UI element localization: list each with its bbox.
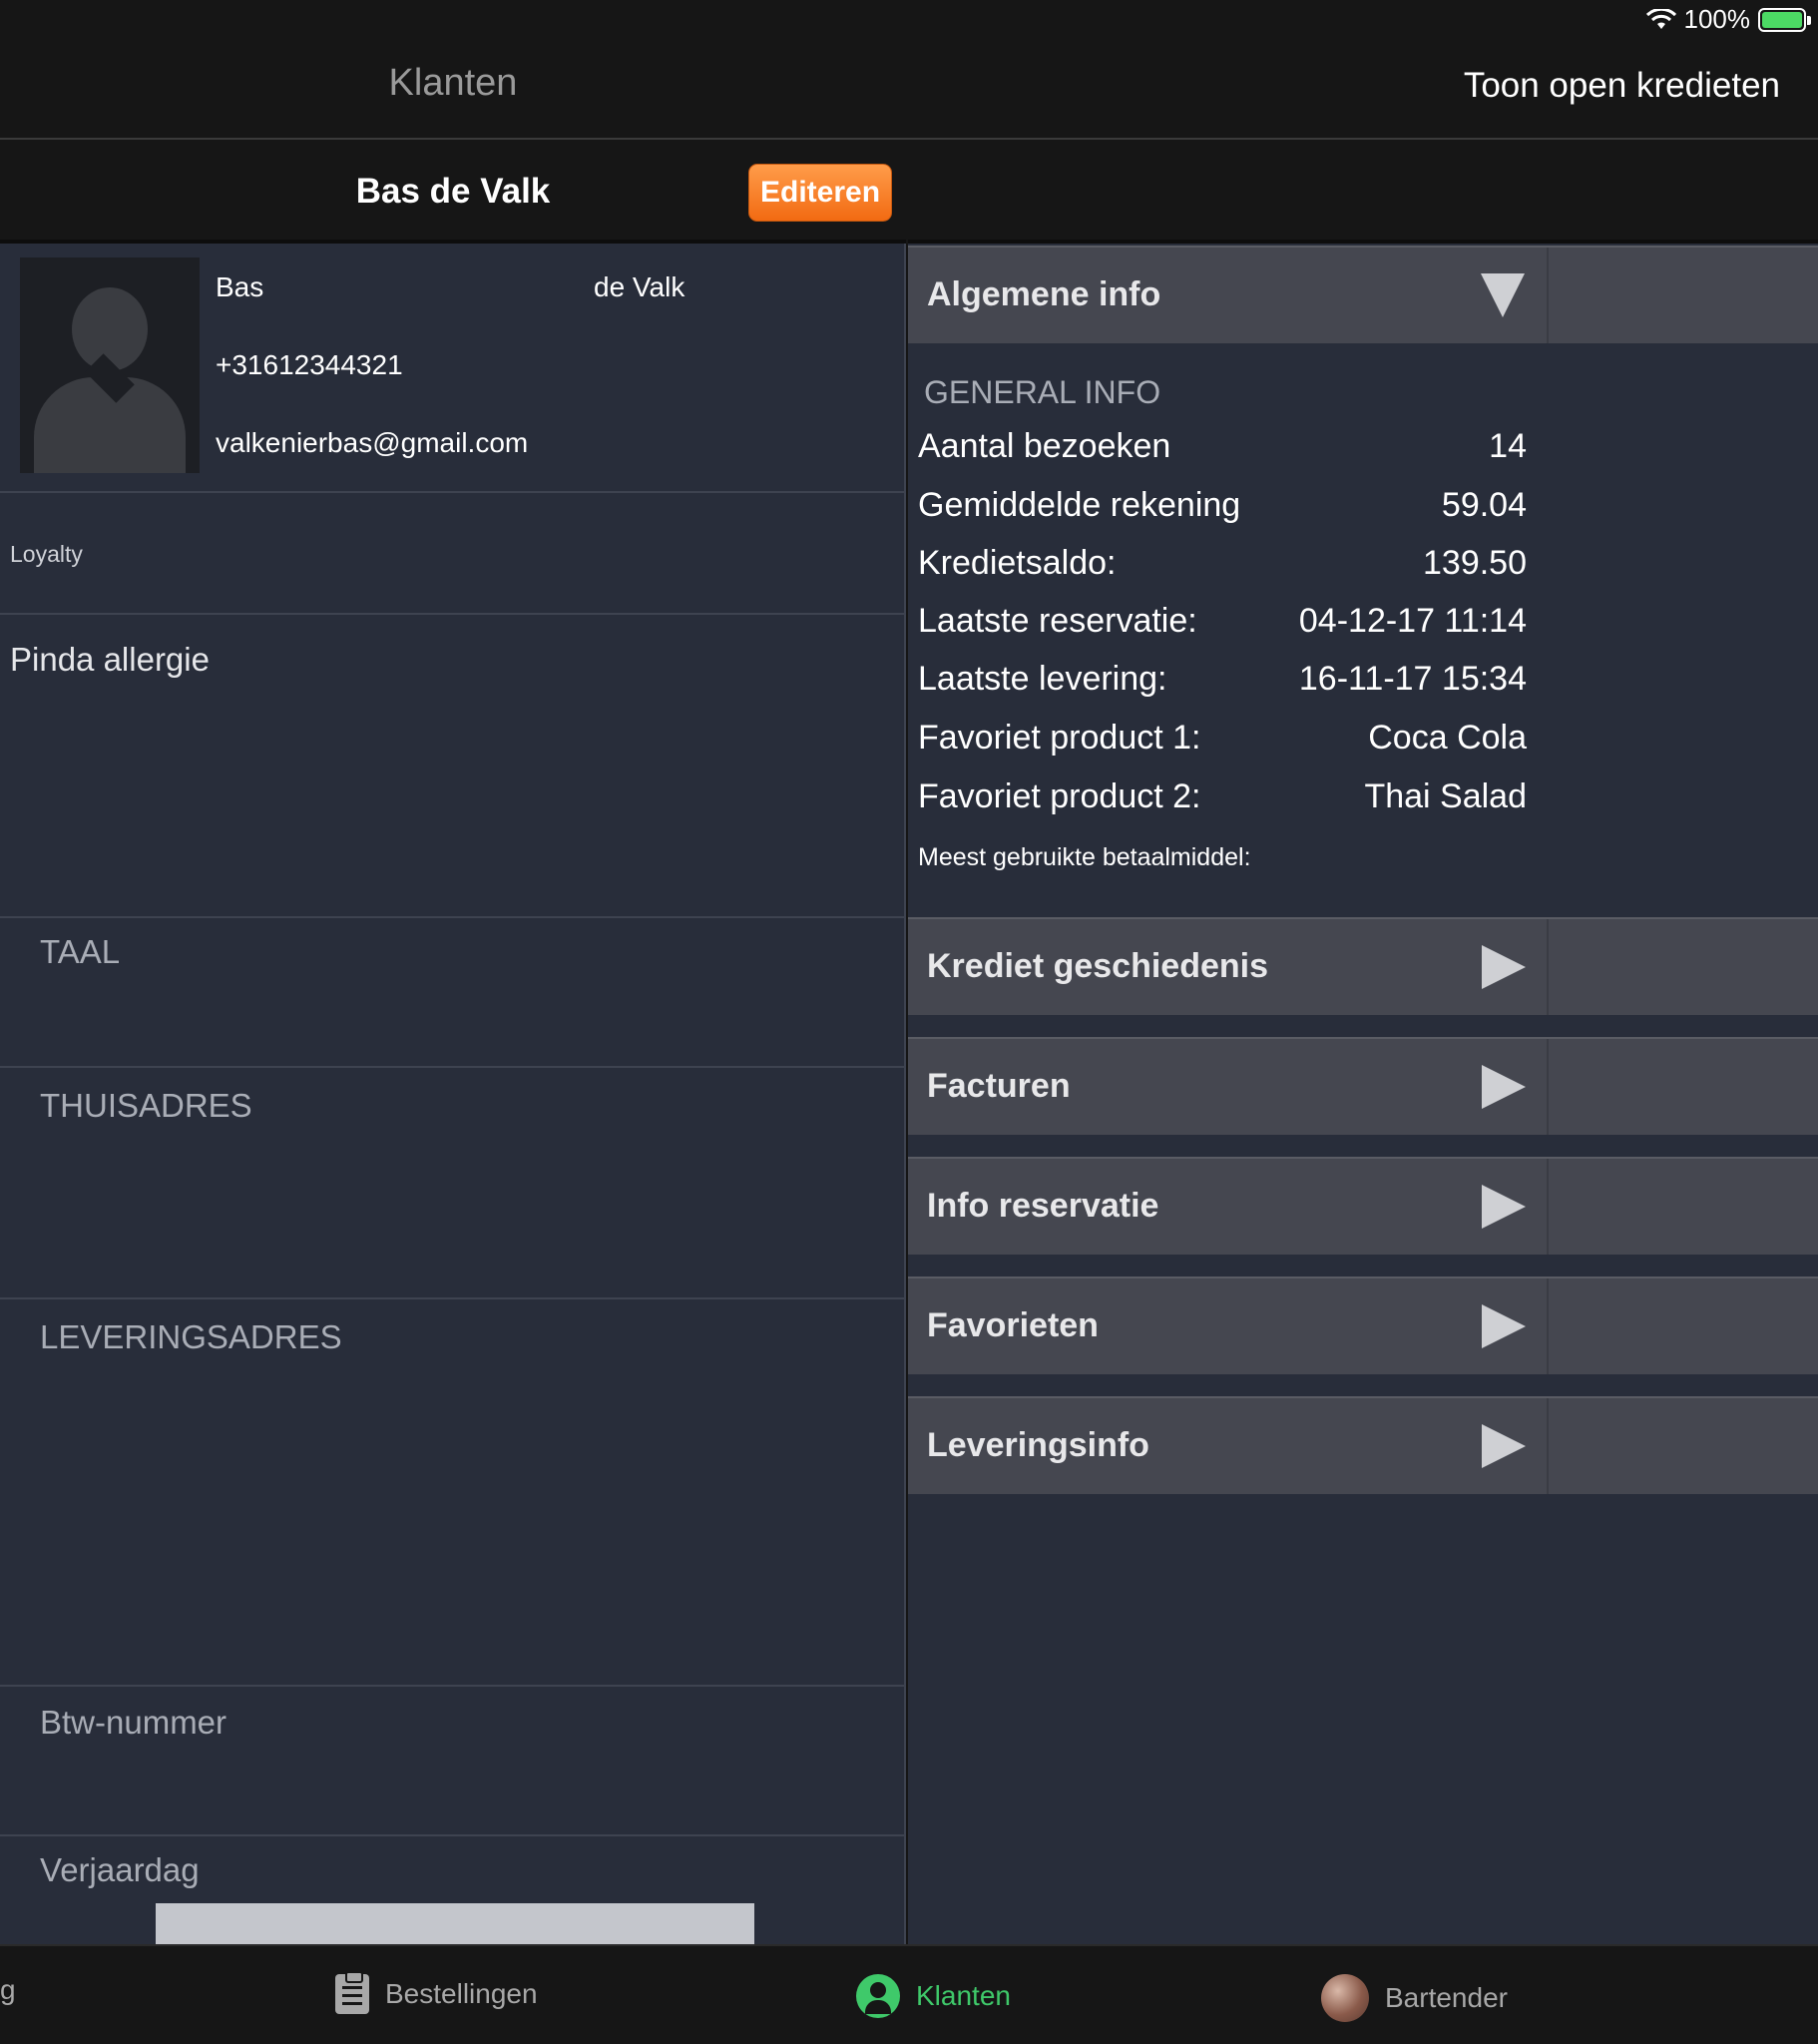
right-header-bar bbox=[908, 142, 1818, 244]
battery-percent: 100% bbox=[1683, 4, 1751, 34]
loyalty-label: Loyalty bbox=[10, 541, 83, 567]
accordion-label: Favorieten bbox=[927, 1306, 1099, 1344]
tab-label: g bbox=[0, 1974, 16, 2005]
navigation-bar: Klanten Toon open kredieten bbox=[0, 40, 1818, 140]
status-indicators: 100% bbox=[1645, 4, 1811, 35]
tab-label: Klanten bbox=[916, 1980, 1011, 2011]
triangle-right-icon bbox=[1482, 1304, 1526, 1348]
info-row: Favoriet product 1: Coca Cola bbox=[918, 719, 1527, 758]
user-icon bbox=[856, 1974, 900, 2018]
status-bar: 100% bbox=[0, 0, 1818, 40]
tab-label: Bestellingen bbox=[385, 1978, 538, 2009]
email-field[interactable]: valkenierbas@gmail.com bbox=[216, 427, 528, 459]
divider bbox=[0, 1297, 906, 1299]
birthday-picker[interactable] bbox=[156, 1903, 754, 1944]
triangle-right-icon bbox=[1482, 1065, 1526, 1109]
customer-detail-panel: Bas de Valk Editeren Bas de Valk +316123… bbox=[0, 142, 906, 1944]
customer-header: Bas de Valk Editeren bbox=[0, 142, 906, 244]
accordion-delivery-info[interactable]: Leveringsinfo bbox=[908, 1396, 1818, 1494]
last-name-field[interactable]: de Valk bbox=[594, 271, 684, 303]
accordion-reservation-info[interactable]: Info reservatie bbox=[908, 1157, 1818, 1255]
info-value: 14 bbox=[1489, 427, 1527, 465]
show-open-credits-button[interactable]: Toon open kredieten bbox=[1464, 66, 1780, 106]
info-value: 16-11-17 15:34 bbox=[1298, 660, 1527, 698]
info-row: Gemiddelde rekening 59.04 bbox=[918, 486, 1527, 525]
info-label: Kredietsaldo: bbox=[918, 544, 1117, 582]
divider bbox=[0, 1834, 906, 1836]
info-label: Favoriet product 1: bbox=[918, 719, 1201, 757]
divider bbox=[0, 1066, 906, 1068]
tab-label: Bartender bbox=[1385, 1982, 1508, 2013]
info-value: 59.04 bbox=[1441, 486, 1527, 524]
bartender-photo-icon bbox=[1321, 1974, 1369, 2022]
accordion-label: Krediet geschiedenis bbox=[927, 947, 1269, 985]
divider bbox=[0, 1685, 906, 1687]
payment-method-label: Meest gebruikte betaalmiddel: bbox=[918, 843, 1251, 871]
vat-number-label: Btw-nummer bbox=[40, 1704, 227, 1741]
phone-field[interactable]: +31612344321 bbox=[216, 349, 403, 381]
info-label: Favoriet product 2: bbox=[918, 777, 1201, 815]
customer-info-panel: Algemene info GENERAL INFO Aantal bezoek… bbox=[908, 142, 1818, 1944]
tab-bartender[interactable]: Bartender bbox=[1321, 1974, 1508, 2022]
tab-bestellingen[interactable]: Bestellingen bbox=[335, 1971, 538, 2014]
info-label: Laatste reservatie: bbox=[918, 602, 1197, 640]
divider bbox=[0, 613, 906, 615]
accordion-credit-history[interactable]: Krediet geschiedenis bbox=[908, 917, 1818, 1015]
triangle-right-icon bbox=[1482, 1185, 1526, 1229]
triangle-right-icon bbox=[1482, 1424, 1526, 1468]
birthday-label: Verjaardag bbox=[40, 1851, 200, 1888]
info-row: Aantal bezoeken 14 bbox=[918, 427, 1527, 466]
info-label: Aantal bezoeken bbox=[918, 427, 1171, 465]
tab-partial[interactable]: g bbox=[0, 1974, 16, 2006]
customer-note-field[interactable]: Pinda allergie bbox=[10, 641, 210, 679]
accordion-label: Info reservatie bbox=[927, 1187, 1159, 1225]
accordion-invoices[interactable]: Facturen bbox=[908, 1037, 1818, 1135]
nav-title: Klanten bbox=[388, 62, 518, 104]
divider bbox=[0, 916, 906, 918]
info-row: Favoriet product 2: Thai Salad bbox=[918, 777, 1527, 816]
triangle-down-icon bbox=[1481, 273, 1525, 317]
info-row: Laatste reservatie: 04-12-17 11:14 bbox=[918, 602, 1527, 641]
info-label: Laatste levering: bbox=[918, 660, 1167, 698]
info-value: 139.50 bbox=[1423, 544, 1527, 582]
accordion-label: Facturen bbox=[927, 1067, 1071, 1105]
accordion-favorites[interactable]: Favorieten bbox=[908, 1277, 1818, 1374]
info-value: Coca Cola bbox=[1368, 719, 1527, 757]
info-value: Thai Salad bbox=[1364, 777, 1527, 815]
accordion-general-info[interactable]: Algemene info bbox=[908, 246, 1818, 343]
accordion-label: Algemene info bbox=[927, 275, 1161, 313]
info-value: 04-12-17 11:14 bbox=[1298, 602, 1527, 640]
delivery-address-label: LEVERINGSADRES bbox=[40, 1318, 342, 1355]
info-label: Gemiddelde rekening bbox=[918, 486, 1241, 524]
general-info-heading: GENERAL INFO bbox=[924, 374, 1161, 410]
edit-button[interactable]: Editeren bbox=[748, 164, 892, 222]
info-row: Kredietsaldo: 139.50 bbox=[918, 544, 1527, 583]
first-name-field[interactable]: Bas bbox=[216, 271, 263, 303]
triangle-right-icon bbox=[1482, 945, 1526, 989]
battery-icon bbox=[1758, 7, 1811, 32]
divider bbox=[0, 491, 906, 493]
wifi-icon bbox=[1645, 8, 1676, 29]
avatar-placeholder-icon[interactable] bbox=[20, 257, 200, 473]
info-row: Laatste levering: 16-11-17 15:34 bbox=[918, 660, 1527, 699]
accordion-label: Leveringsinfo bbox=[927, 1426, 1149, 1464]
tab-klanten[interactable]: Klanten bbox=[856, 1974, 1011, 2018]
language-label: TAAL bbox=[40, 933, 121, 970]
home-address-label: THUISADRES bbox=[40, 1087, 252, 1124]
clipboard-icon bbox=[335, 1971, 369, 2014]
tab-bar: g Bestellingen Klanten Bartender bbox=[0, 1944, 1818, 2044]
